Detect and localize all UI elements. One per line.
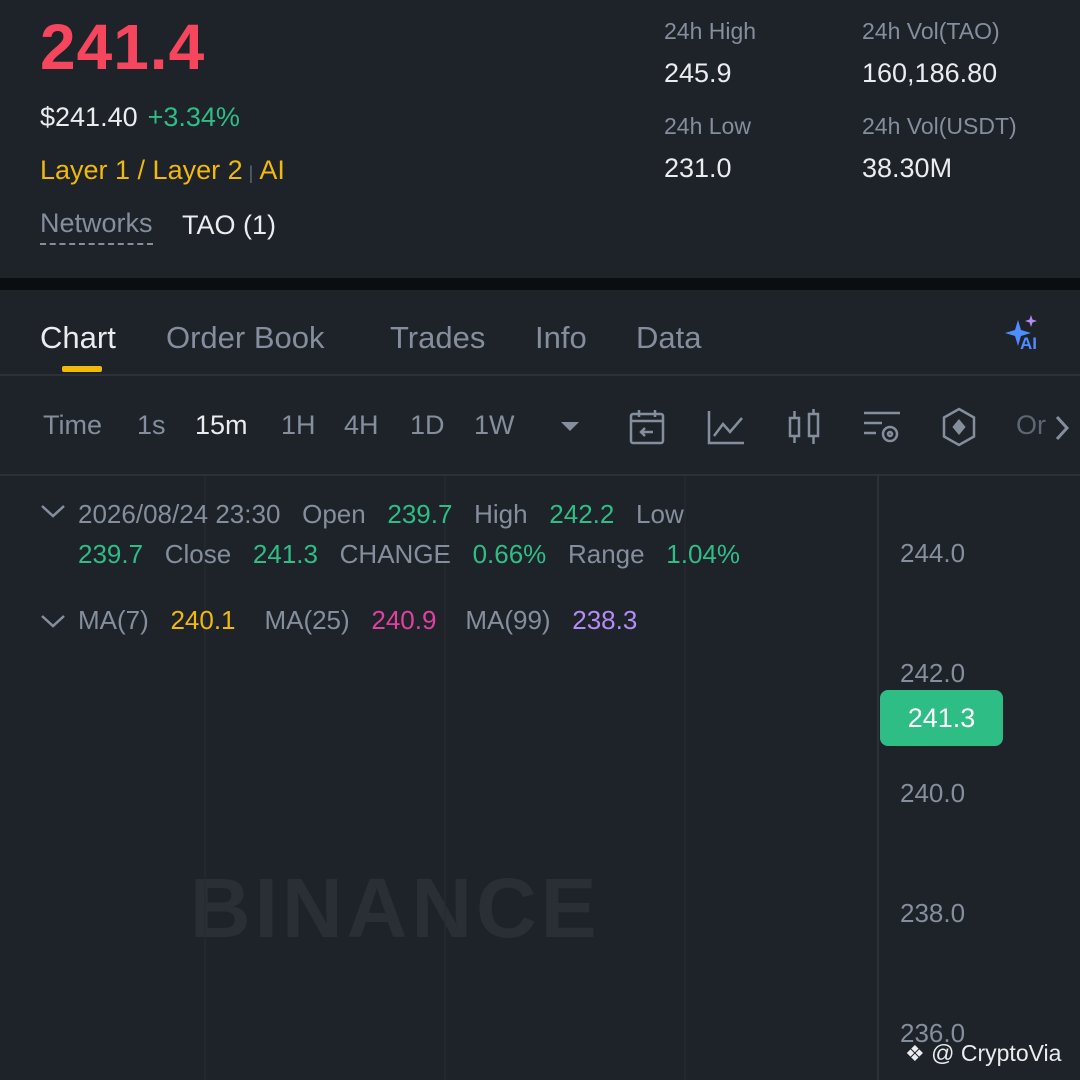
ma7-label: MA(7) [78,605,149,635]
vol-tao-label: 24h Vol(TAO) [862,18,1000,44]
ai-label: AI [1020,334,1037,353]
watermark-text: @ CryptoVia [931,1040,1062,1066]
interval-1h[interactable]: 1H [281,410,316,441]
range-value: 1.04% [666,539,741,569]
y-tick-label: 244.0 [900,538,966,568]
ma-collapse-icon[interactable] [40,613,66,634]
more-options[interactable]: Or [1016,410,1046,441]
change-percent: +3.34% [147,102,240,132]
tab-order-book[interactable]: Order Book [166,320,325,356]
usd-price: $241.40 [40,102,138,132]
category-layer[interactable]: Layer 1 / Layer 2 [40,155,243,185]
tab-trades[interactable]: Trades [390,320,485,356]
ohlc-line-2: 239.7 Close 241.3 CHANGE 0.66% Range 1.0… [78,539,740,570]
chart-settings-icon[interactable] [862,408,902,451]
candle-style-icon[interactable] [786,408,822,451]
low-label: Low [636,499,684,529]
interval-1s[interactable]: 1s [137,410,166,441]
high-label: 24h High [664,18,757,44]
open-label: Open [302,499,366,529]
high-value: 242.2 [549,499,615,529]
ma99-value: 238.3 [572,605,638,635]
close-value: 241.3 [252,539,318,569]
ma25-label: MA(25) [264,605,350,635]
open-value: 239.7 [387,499,453,529]
interval-1w[interactable]: 1W [474,410,515,441]
indicator-icon[interactable] [706,408,746,451]
candle-datetime: 2026/08/24 23:30 [78,499,281,529]
interval-4h[interactable]: 4H [344,410,379,441]
interval-15m[interactable]: 15m [195,410,248,441]
cryptovia-watermark: ❖ @ CryptoVia [905,1040,1061,1067]
y-tick-label: 240.0 [900,778,966,808]
tabs-bottom-border [0,374,1080,376]
interval-1d[interactable]: 1D [410,410,445,441]
hexagon-icon[interactable] [940,406,978,453]
vol-usdt-label: 24h Vol(USDT) [862,113,1017,139]
ma7-value: 240.1 [170,605,236,635]
networks-value: TAO (1) [182,210,276,240]
section-divider [0,278,1080,290]
category-separator: | [248,163,254,183]
close-label: Close [164,539,232,569]
change-value: 0.66% [472,539,547,569]
category-ai[interactable]: AI [259,155,285,185]
ma25-value: 240.9 [371,605,437,635]
networks-label[interactable]: Networks [40,208,153,245]
range-label: Range [567,539,645,569]
tab-chart[interactable]: Chart [40,320,116,356]
low-value: 231.0 [664,153,732,183]
last-price: 241.4 [40,11,206,83]
tab-data[interactable]: Data [636,320,701,356]
ma99-label: MA(99) [465,605,551,635]
calendar-goto-icon[interactable] [628,408,666,451]
ohlc-collapse-icon[interactable] [40,503,66,524]
ohlc-line-1: 2026/08/24 23:30 Open 239.7 High 242.2 L… [78,499,684,530]
binance-logo-icon: ❖ [905,1041,925,1066]
usd-price-row: $241.40 +3.34% [40,102,240,133]
high-label: High [474,499,528,529]
low-label: 24h Low [664,113,751,139]
y-tick-label: 238.0 [900,898,966,928]
low-value: 239.7 [78,539,144,569]
current-price-badge: 241.3 [880,690,1003,746]
high-value: 245.9 [664,58,732,88]
interval-dropdown-icon[interactable] [560,420,580,439]
ma-line: MA(7) 240.1 MA(25) 240.9 MA(99) 238.3 [78,605,637,636]
chevron-right-icon[interactable] [1054,414,1070,447]
tab-info[interactable]: Info [535,320,587,356]
category-tags: Layer 1 / Layer 2 | AI [40,155,285,186]
vol-tao-value: 160,186.80 [862,58,998,88]
active-tab-indicator [62,366,102,372]
y-tick-label: 242.0 [900,658,966,688]
time-label[interactable]: Time [43,410,102,441]
ai-sparkle-icon[interactable]: AI [1000,314,1044,354]
vol-usdt-value: 38.30M [862,153,953,183]
change-label: CHANGE [339,539,451,569]
